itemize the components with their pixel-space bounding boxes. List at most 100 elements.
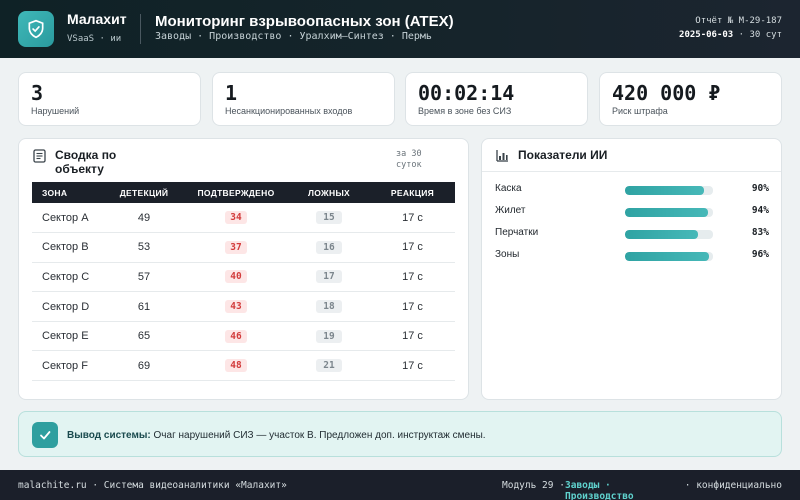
- detections-cell: 57: [104, 262, 184, 293]
- document-icon: [33, 149, 46, 163]
- confirmed-badge: 40: [225, 270, 247, 284]
- kpi-fine-risk[interactable]: 420 000 ₽ Риск штрафа: [599, 72, 782, 126]
- table-row[interactable]: Сектор B 53 37 16 17 с: [32, 232, 455, 263]
- metric-name: Зоны: [495, 249, 520, 260]
- false-badge: 19: [316, 329, 342, 343]
- ai-metric-vest[interactable]: Жилет 94%: [495, 201, 769, 223]
- metric-progress: [625, 252, 713, 261]
- confirmed-badge: 34: [225, 211, 247, 225]
- verdict-label: Вывод системы:: [67, 430, 151, 441]
- verdict-check: [32, 422, 58, 448]
- confirmed-badge: 48: [225, 359, 247, 373]
- reaction-cell: 17 с: [370, 232, 455, 263]
- table-row[interactable]: Сектор F 69 48 21 17 с: [32, 350, 455, 382]
- kpi-label: Время в зоне без СИЗ: [418, 106, 512, 116]
- zone-cell: Сектор B: [32, 232, 104, 263]
- ai-metrics-card: Показатели ИИ Каска 90% Жилет 94% Перчат…: [481, 138, 782, 400]
- kpi-value: 1: [225, 81, 238, 105]
- detections-cell: 69: [104, 350, 184, 382]
- zone-cell: Сектор A: [32, 203, 104, 234]
- summary-title: Сводка по объекту: [55, 148, 117, 176]
- zone-cell: Сектор C: [32, 262, 104, 293]
- app-header: Малахит VSaaS · ии Мониторинг взрывоопас…: [0, 0, 800, 58]
- brand-subtitle: VSaaS · ии: [67, 34, 122, 44]
- detections-cell: 49: [104, 203, 184, 234]
- footer-nav[interactable]: Заводы · Производство: [565, 480, 637, 500]
- table-row[interactable]: Сектор D 61 43 18 17 с: [32, 291, 455, 322]
- card-divider: [482, 171, 781, 172]
- kpi-label: Риск штрафа: [612, 106, 668, 116]
- kpi-label: Нарушений: [31, 106, 80, 116]
- report-period: · 30 сут: [738, 30, 782, 40]
- zone-cell: Сектор D: [32, 291, 104, 322]
- report-info: Отчёт № М-29-187 2025-06-03 · 30 сут: [679, 14, 782, 42]
- zone-cell: Сектор F: [32, 350, 104, 382]
- confirmed-badge: 37: [225, 240, 247, 254]
- app-footer: malachite.ru · Система видеоаналитики «М…: [0, 470, 800, 500]
- report-date: 2025-06-03: [679, 30, 734, 40]
- report-number: Отчёт № М-29-187: [695, 16, 782, 26]
- metric-percent: 83%: [751, 227, 769, 238]
- metric-name: Перчатки: [495, 227, 539, 238]
- page-title: Мониторинг взрывоопасных зон (ATEX): [155, 13, 454, 30]
- confirmed-badge: 46: [225, 329, 247, 343]
- table-row[interactable]: Сектор C 57 40 17 17 с: [32, 262, 455, 293]
- reaction-cell: 17 с: [370, 262, 455, 293]
- reaction-cell: 17 с: [370, 321, 455, 352]
- metric-progress-fill: [625, 230, 699, 239]
- verdict-message: Очаг нарушений СИЗ — участок B. Предложе…: [153, 430, 486, 441]
- metric-progress: [625, 186, 713, 195]
- detections-cell: 61: [104, 291, 184, 322]
- metric-percent: 94%: [751, 205, 769, 216]
- kpi-unauthorized-entries[interactable]: 1 Несанкционированных входов: [212, 72, 395, 126]
- false-badge: 18: [316, 300, 342, 314]
- reaction-cell: 17 с: [370, 291, 455, 322]
- metric-progress: [625, 208, 713, 217]
- confirmed-badge: 43: [225, 300, 247, 314]
- detections-cell: 65: [104, 321, 184, 352]
- reaction-cell: 17 с: [370, 203, 455, 234]
- system-verdict: Вывод системы: Очаг нарушений СИЗ — учас…: [18, 411, 782, 457]
- metric-percent: 96%: [751, 249, 769, 260]
- false-badge: 16: [316, 240, 342, 254]
- verdict-text: Вывод системы: Очаг нарушений СИЗ — учас…: [67, 429, 497, 443]
- ai-metric-zones[interactable]: Зоны 96%: [495, 245, 769, 267]
- breadcrumb[interactable]: Заводы · Производство · Уралхим—Синтез ·…: [155, 31, 432, 42]
- metric-progress-fill: [625, 252, 710, 261]
- col-detections[interactable]: ДЕТЕКЦИЙ: [104, 182, 184, 203]
- shield-check-icon: [28, 19, 44, 39]
- metric-name: Каска: [495, 183, 522, 194]
- brand-name: Малахит: [67, 11, 127, 27]
- ai-metric-helmet[interactable]: Каска 90%: [495, 179, 769, 201]
- col-confirmed[interactable]: ПОДТВЕРЖДЕНО: [184, 182, 288, 203]
- col-reaction[interactable]: РЕАКЦИЯ: [370, 182, 455, 203]
- summary-table: ЗОНА ДЕТЕКЦИЙ ПОДТВЕРЖДЕНО ЛОЖНЫХ РЕАКЦИ…: [32, 182, 455, 382]
- col-false[interactable]: ЛОЖНЫХ: [288, 182, 370, 203]
- metric-name: Жилет: [495, 205, 526, 216]
- table-row[interactable]: Сектор A 49 34 15 17 с: [32, 203, 455, 234]
- logo[interactable]: [18, 11, 54, 47]
- header-divider: [140, 14, 141, 44]
- false-badge: 17: [316, 270, 342, 284]
- table-row[interactable]: Сектор E 65 46 19 17 с: [32, 321, 455, 352]
- kpi-time-without-ppe[interactable]: 00:02:14 Время в зоне без СИЗ: [405, 72, 588, 126]
- ai-metric-gloves[interactable]: Перчатки 83%: [495, 223, 769, 245]
- metric-percent: 90%: [751, 183, 769, 194]
- summary-card: Сводка по объекту за 30 суток ЗОНА ДЕТЕК…: [18, 138, 469, 400]
- footer-confidential: · конфиденциально: [684, 480, 782, 491]
- kpi-violations[interactable]: 3 Нарушений: [18, 72, 201, 126]
- metric-progress: [625, 230, 713, 239]
- kpi-value: 3: [31, 81, 44, 105]
- kpi-label: Несанкционированных входов: [225, 106, 353, 116]
- table-header-row: ЗОНА ДЕТЕКЦИЙ ПОДТВЕРЖДЕНО ЛОЖНЫХ РЕАКЦИ…: [32, 182, 455, 203]
- footer-site[interactable]: malachite.ru · Система видеоаналитики «М…: [18, 480, 287, 491]
- summary-period: за 30 суток: [396, 149, 422, 170]
- metric-progress-fill: [625, 208, 708, 217]
- false-badge: 21: [316, 359, 342, 373]
- checkmark-icon: [40, 431, 51, 440]
- footer-module: Модуль 29 ·: [502, 480, 565, 491]
- kpi-value: 420 000 ₽: [612, 81, 721, 105]
- col-zone[interactable]: ЗОНА: [32, 182, 104, 203]
- ai-metrics-title: Показатели ИИ: [518, 148, 608, 162]
- bar-chart-icon: [496, 150, 508, 162]
